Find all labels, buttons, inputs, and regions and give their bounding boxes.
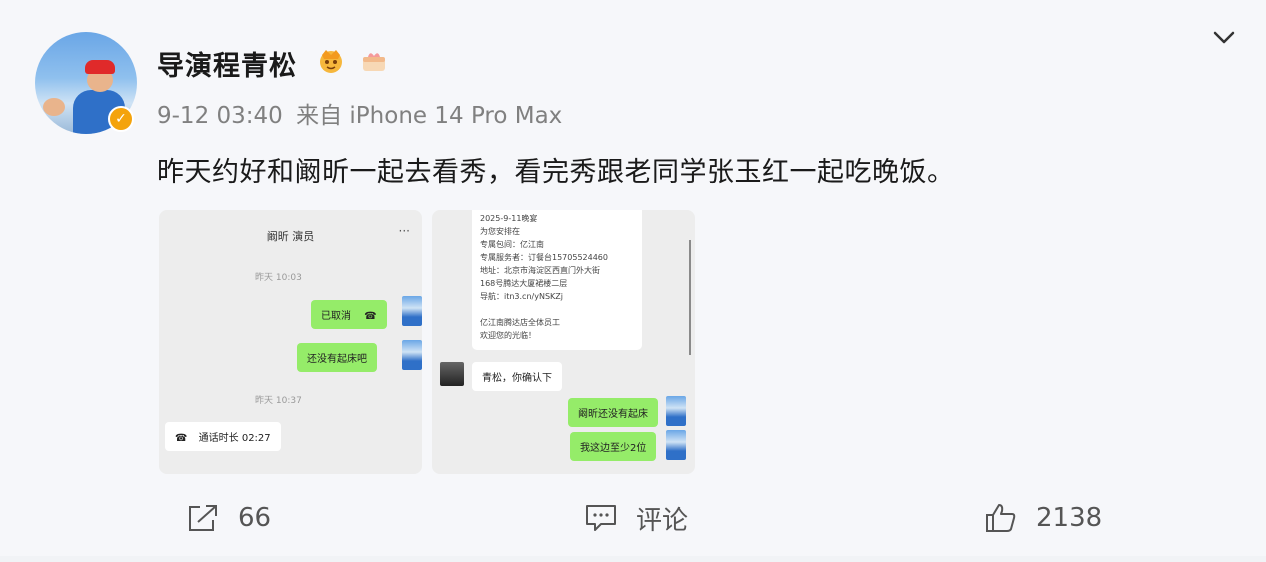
- post-text: 昨天约好和阚昕一起去看秀，看完秀跟老同学张玉红一起吃晚饭。: [157, 157, 955, 188]
- scrollbar: [689, 240, 691, 355]
- chat-time: 昨天 10:03: [255, 273, 302, 283]
- chat-bubble: 阚昕还没有起床: [568, 398, 658, 427]
- chat-title: 阚昕 演员: [266, 230, 315, 243]
- post-image-2[interactable]: 2025-9-11晚宴 为您安排在 专属包间：亿江南 专属服务者：订餐台1570…: [432, 210, 695, 474]
- card-line: 欢迎您的光临！: [480, 331, 536, 340]
- chevron-down-icon[interactable]: [1210, 26, 1238, 48]
- action-bar: 66 评论 2138: [0, 490, 1266, 546]
- card-line: 专属包间：亿江南: [480, 240, 544, 249]
- phone-icon: ☎: [175, 433, 188, 444]
- chat-avatar: [666, 430, 686, 460]
- card-line: 168号腾达大厦裙楼二层: [480, 279, 568, 288]
- weibo-post-card: ✓ 导演程青松 9-12 03:40 来自 iPhone 14 Pro Max …: [0, 0, 1266, 556]
- chat-bubble-text: 通话时长 02:27: [198, 433, 271, 444]
- avatar-hat: [85, 60, 115, 74]
- gift-badge-icon[interactable]: [360, 48, 388, 74]
- card-line: 为您安排在: [480, 227, 520, 236]
- chat-avatar: [402, 296, 422, 326]
- comment-icon: [586, 505, 616, 531]
- more-icon: ···: [398, 224, 410, 238]
- card-line: 2025-9-11晚宴: [480, 214, 538, 223]
- share-count: 66: [238, 503, 272, 533]
- chat-bubble: 我这边至少2位: [570, 432, 657, 461]
- verified-badge-icon: ✓: [108, 106, 134, 132]
- like-count: 2138: [1036, 503, 1103, 533]
- chat-bubble-text: 已取消: [321, 311, 351, 322]
- card-line: 导航：itn3.cn/yNSKZj: [480, 292, 563, 301]
- avatar-hand: [43, 98, 65, 116]
- crown-badge-icon[interactable]: [316, 46, 346, 74]
- reservation-card: 2025-9-11晚宴 为您安排在 专属包间：亿江南 专属服务者：订餐台1570…: [472, 210, 642, 350]
- chat-bubble: 已取消 ☎: [311, 300, 387, 329]
- chat-bubble: 青松，你确认下: [472, 362, 562, 391]
- card-line: [472, 303, 642, 316]
- chat-avatar: [440, 362, 464, 386]
- chat-bubble: 还没有起床吧: [297, 343, 377, 372]
- post-meta: 9-12 03:40 来自 iPhone 14 Pro Max: [157, 96, 562, 130]
- share-button[interactable]: 66: [186, 490, 271, 546]
- chat-avatar: [666, 396, 686, 426]
- like-icon: [986, 504, 1016, 532]
- phone-icon: ☎: [364, 311, 377, 322]
- username[interactable]: 导演程青松: [157, 44, 297, 83]
- like-button[interactable]: 2138: [984, 490, 1102, 546]
- card-line: 专属服务者：订餐台15705524460: [480, 253, 608, 262]
- comment-button[interactable]: 评论: [584, 490, 688, 546]
- post-image-1[interactable]: 阚昕 演员 ··· 昨天 10:03 已取消 ☎ 还没有起床吧 昨天 10:37…: [159, 210, 422, 474]
- chat-avatar: [402, 340, 422, 370]
- chat-time: 昨天 10:37: [255, 396, 302, 406]
- share-icon: [189, 505, 217, 531]
- card-line: 亿江南腾达店全体员工: [480, 318, 560, 327]
- post-source: 来自 iPhone 14 Pro Max: [296, 103, 563, 129]
- post-time[interactable]: 9-12 03:40: [157, 103, 283, 129]
- chat-bubble: ☎ 通话时长 02:27: [165, 422, 281, 451]
- comment-label: 评论: [636, 505, 689, 536]
- card-line: 地址：北京市海淀区西直门外大街: [480, 266, 600, 275]
